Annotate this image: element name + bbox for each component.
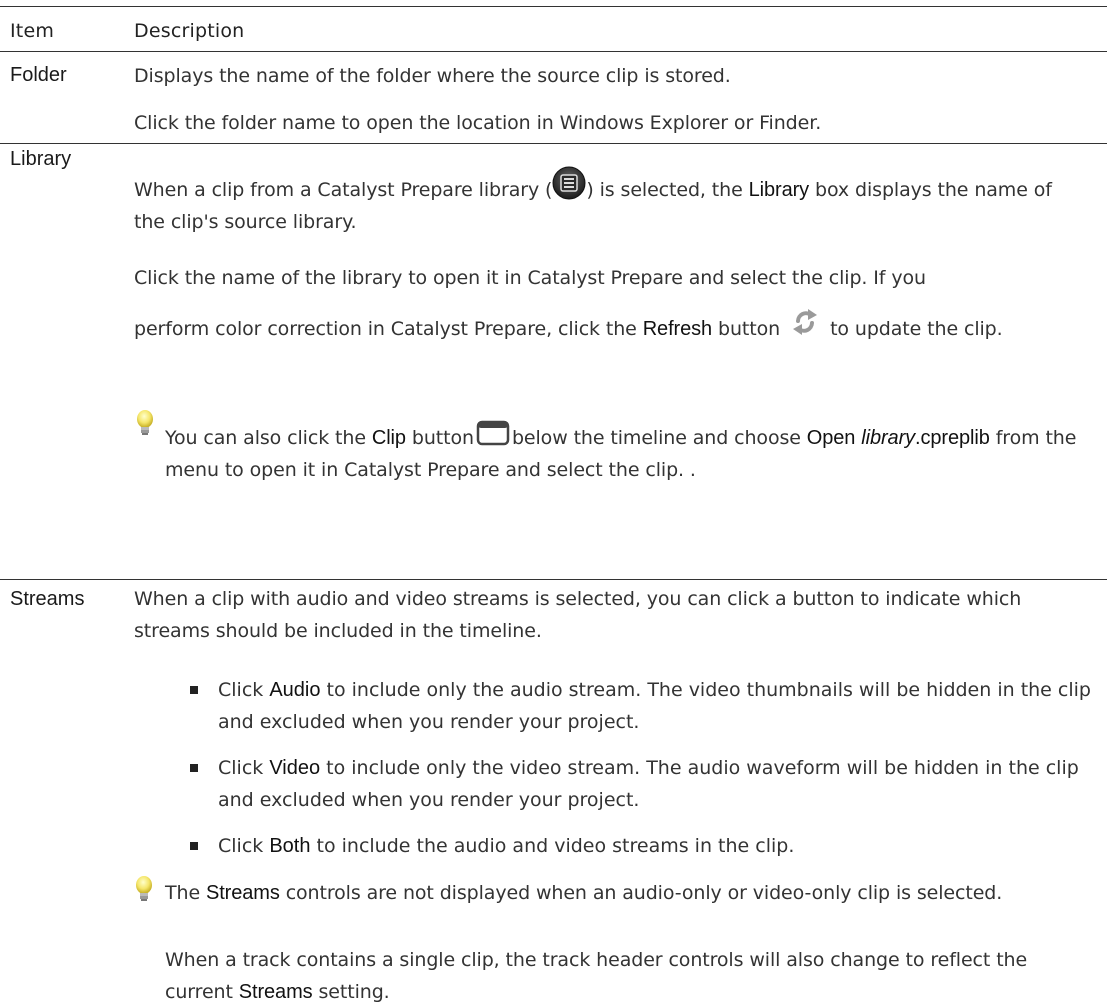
- header-description: Description: [134, 20, 245, 42]
- streams-tip-bold: Streams: [205, 882, 280, 904]
- library-desc-3: perform color correction in Catalyst Pre…: [134, 307, 1084, 345]
- library-tip-b: button: [405, 427, 474, 449]
- folder-desc-1: Displays the name of the folder where th…: [134, 65, 731, 87]
- library-tip-bold-ext: .cpreplib: [915, 427, 990, 449]
- bullet-video-a: Click: [218, 757, 270, 779]
- bullet-video-bold: Video: [269, 757, 321, 779]
- bullet-audio-a: Click: [218, 679, 270, 701]
- streams-desc-1: When a clip with audio and video streams…: [134, 588, 1022, 642]
- library-desc-2: Click the name of the library to open it…: [134, 267, 926, 289]
- library-tip-bold-clip: Clip: [371, 427, 406, 449]
- library-desc-1-a: When a clip from a Catalyst Prepare libr…: [134, 179, 553, 201]
- bullet-mark: [190, 842, 198, 850]
- table-row-library: Library When a clip from a Catalyst Prep…: [0, 144, 1107, 579]
- header-item: Item: [10, 20, 55, 42]
- catalyst-library-icon: [552, 166, 586, 200]
- streams-desc-2: When a track contains a single clip, the…: [165, 944, 1045, 1008]
- library-desc-1-b: ) is selected, the: [586, 179, 749, 201]
- library-desc-3-b: button: [712, 318, 781, 340]
- streams-tip-b: controls are not displayed when an audio…: [279, 882, 1003, 904]
- table-row-folder: Folder Displays the name of the folder w…: [0, 52, 1107, 142]
- bullet-audio-bold: Audio: [269, 679, 321, 701]
- bullet-video-b: to include only the video stream. The au…: [218, 757, 1079, 811]
- refresh-icon: [790, 307, 820, 337]
- lightbulb-tip-icon: [134, 875, 154, 905]
- table-top-rule: [0, 6, 1107, 7]
- streams-tip: The Streams controls are not displayed w…: [165, 877, 1045, 909]
- streams-desc-2-b: setting.: [312, 981, 390, 1003]
- bullet-both-a: Click: [218, 835, 270, 857]
- streams-bullet-both: Click Both to include the audio and vide…: [190, 830, 1098, 862]
- bullet-audio-b: to include only the audio stream. The vi…: [218, 679, 1091, 733]
- streams-desc-2-bold: Streams: [238, 981, 313, 1003]
- bullet-mark: [190, 764, 198, 772]
- library-tip-bold-open: Open: [806, 427, 856, 449]
- library-tip-ital: library: [861, 427, 916, 449]
- library-tip: You can also click the Clip button below …: [165, 420, 1085, 486]
- library-desc-1: When a clip from a Catalyst Prepare libr…: [134, 166, 1084, 238]
- clip-button-icon: [476, 420, 510, 446]
- item-library: Library: [10, 148, 72, 170]
- library-desc-3-a: perform color correction in Catalyst Pre…: [134, 318, 643, 340]
- table-header-row: Item Description: [0, 18, 1107, 48]
- streams-bullet-audio: Click Audio to include only the audio st…: [190, 674, 1098, 738]
- bullet-both-bold: Both: [269, 835, 311, 857]
- library-tip-a: You can also click the: [165, 427, 372, 449]
- bullet-both-b: to include the audio and video streams i…: [310, 835, 795, 857]
- lightbulb-tip-icon: [135, 409, 155, 439]
- streams-bullet-video: Click Video to include only the video st…: [190, 752, 1098, 816]
- library-desc-3-c: to update the clip.: [830, 318, 1003, 340]
- bullet-mark: [190, 686, 198, 694]
- library-bold-1: Library: [748, 179, 810, 201]
- streams-tip-a: The: [165, 882, 206, 904]
- item-folder: Folder: [10, 64, 67, 86]
- library-bold-refresh: Refresh: [642, 318, 713, 340]
- item-streams: Streams: [10, 588, 85, 610]
- library-tip-c: below the timeline and choose: [511, 427, 807, 449]
- folder-desc-2: Click the folder name to open the locati…: [134, 112, 822, 134]
- table-row-streams: Streams When a clip with audio and video…: [0, 580, 1107, 1003]
